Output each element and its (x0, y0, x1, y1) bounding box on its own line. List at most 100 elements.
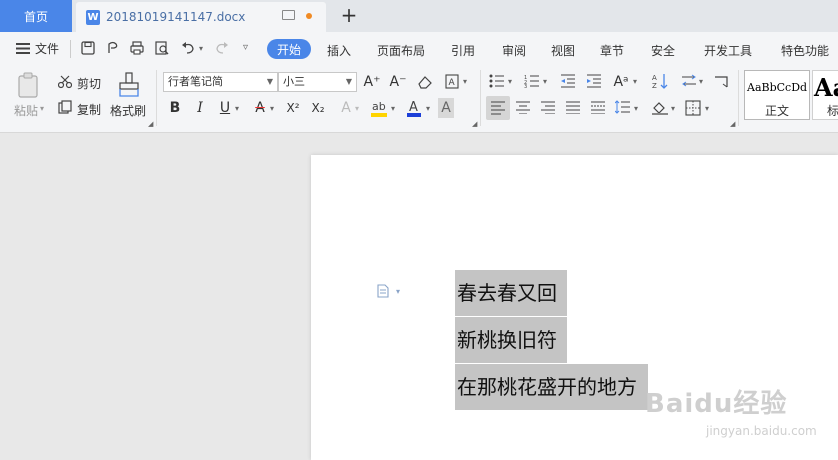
font-family-select[interactable]: 行者笔记简 ▼ (163, 72, 278, 92)
grow-font-button[interactable]: A⁺ (362, 72, 382, 92)
numbered-list-dropdown-icon[interactable]: ▾ (543, 77, 547, 86)
distributed-align-icon[interactable] (590, 100, 606, 114)
tab-document[interactable]: W 20181019141147.docx (76, 2, 326, 32)
subscript-button[interactable]: X₂ (308, 98, 328, 118)
print-icon[interactable] (130, 41, 144, 55)
copy-button[interactable]: 复制 (77, 101, 101, 118)
text-outline-icon[interactable]: A (336, 98, 356, 118)
undo-dropdown-icon[interactable]: ▾ (199, 44, 203, 53)
tab-special-features[interactable]: 特色功能 (781, 42, 829, 59)
decrease-indent-icon[interactable] (560, 74, 576, 88)
tab-chapter[interactable]: 章节 (600, 42, 624, 59)
strikethrough-dropdown-icon[interactable]: ▾ (270, 104, 274, 113)
change-case-dropdown-icon[interactable]: ▾ (633, 77, 637, 86)
bullet-list-icon[interactable] (489, 74, 505, 88)
cut-button[interactable]: 剪切 (77, 75, 101, 92)
line-spacing-dropdown-icon[interactable]: ▾ (634, 104, 638, 113)
tab-review[interactable]: 审阅 (502, 42, 526, 59)
tab-developer[interactable]: 开发工具 (704, 42, 752, 59)
paste-icon[interactable] (17, 72, 41, 98)
svg-text:A: A (652, 74, 657, 82)
change-case-icon[interactable]: Aᵃ (611, 72, 631, 92)
tab-security[interactable]: 安全 (651, 42, 675, 59)
file-menu[interactable]: 文件 (35, 40, 59, 57)
chevron-down-icon: ▼ (266, 77, 273, 86)
style-normal[interactable]: AaBbCcDd 正文 (744, 70, 810, 120)
document-line[interactable]: 在那桃花盛开的地方 (455, 364, 648, 410)
divider (480, 70, 481, 126)
character-shading-button[interactable]: A (438, 98, 454, 118)
paragraph-layout-dropdown-icon[interactable]: ▾ (396, 287, 400, 296)
increase-indent-icon[interactable] (586, 74, 602, 88)
tab-references[interactable]: 引用 (451, 42, 475, 59)
underline-dropdown-icon[interactable]: ▾ (235, 104, 239, 113)
font-group-launcher[interactable]: ◢ (472, 120, 477, 128)
style-heading[interactable]: Aa 标 (812, 70, 838, 120)
style-name: 正文 (765, 104, 790, 118)
paragraph-layout-icon[interactable] (377, 284, 389, 298)
clipboard-group-launcher[interactable]: ◢ (148, 120, 153, 128)
document-line[interactable]: 春去春又回 (455, 270, 567, 316)
svg-text:A: A (409, 100, 418, 115)
align-center-icon[interactable] (515, 100, 531, 114)
paragraph-shading-icon[interactable] (651, 100, 669, 116)
paste-button[interactable]: 粘贴 (14, 102, 38, 119)
borders-dropdown-icon[interactable]: ▾ (705, 104, 709, 113)
numbered-list-icon[interactable]: 123 (524, 74, 540, 88)
hamburger-icon[interactable] (16, 43, 30, 54)
monitor-icon[interactable] (282, 10, 295, 20)
undo-icon[interactable] (181, 41, 195, 55)
style-name: 标 (827, 104, 838, 118)
bullet-list-dropdown-icon[interactable]: ▾ (508, 77, 512, 86)
document-line[interactable]: 新桃换旧符 (455, 317, 567, 363)
shrink-font-button[interactable]: A⁻ (388, 72, 408, 92)
print-preview-icon[interactable] (155, 41, 169, 55)
bold-button[interactable]: B (165, 98, 185, 118)
highlight-icon[interactable]: ab (370, 98, 388, 118)
line-spacing-icon[interactable] (615, 100, 631, 114)
paragraph-shading-dropdown-icon[interactable]: ▾ (671, 104, 675, 113)
font-family-value: 行者笔记简 (168, 75, 223, 88)
document-filename: 20181019141147.docx (106, 10, 246, 24)
font-size-select[interactable]: 小三 ▼ (278, 72, 357, 92)
eraser-icon[interactable] (417, 75, 433, 89)
tab-start[interactable]: 开始 (267, 39, 311, 59)
text-direction-icon[interactable] (681, 74, 697, 88)
text-effects-dropdown-icon[interactable]: ▾ (463, 77, 467, 86)
paste-dropdown-icon[interactable]: ▾ (40, 104, 44, 113)
output-pdf-icon[interactable] (106, 41, 120, 55)
align-right-icon[interactable] (540, 100, 556, 114)
justify-icon[interactable] (565, 100, 581, 114)
borders-icon[interactable] (685, 100, 701, 116)
text-outline-dropdown-icon[interactable]: ▾ (355, 104, 359, 113)
tab-home[interactable]: 首页 (0, 0, 72, 32)
align-left-icon (491, 101, 505, 115)
tab-insert[interactable]: 插入 (327, 42, 351, 59)
tab-view[interactable]: 视图 (551, 42, 575, 59)
show-hide-marks-icon[interactable] (713, 74, 729, 88)
new-tab-button[interactable]: + (338, 4, 360, 26)
italic-button[interactable]: I (190, 98, 210, 118)
svg-text:ab: ab (372, 100, 386, 113)
align-left-button[interactable] (486, 96, 510, 120)
tab-page-layout[interactable]: 页面布局 (377, 42, 425, 59)
customize-toolbar-icon[interactable]: ▿ (243, 42, 248, 53)
underline-button[interactable]: U (215, 98, 235, 118)
divider (156, 70, 157, 126)
redo-icon[interactable] (215, 41, 229, 55)
sort-icon[interactable]: AZ (652, 73, 668, 89)
chevron-down-icon: ▼ (345, 77, 352, 86)
save-icon[interactable] (81, 41, 95, 55)
text-direction-dropdown-icon[interactable]: ▾ (699, 77, 703, 86)
text-effects-icon[interactable]: A (445, 74, 461, 90)
paragraph-group-launcher[interactable]: ◢ (730, 120, 735, 128)
strikethrough-button[interactable]: A (250, 98, 270, 118)
superscript-button[interactable]: X² (283, 98, 303, 118)
format-painter-button[interactable]: 格式刷 (110, 102, 146, 119)
font-color-dropdown-icon[interactable]: ▾ (426, 104, 430, 113)
format-painter-icon[interactable] (118, 72, 140, 98)
font-color-icon[interactable]: A (405, 98, 423, 118)
style-preview: AaBbCcDd (747, 81, 808, 94)
highlight-dropdown-icon[interactable]: ▾ (391, 104, 395, 113)
baidu-watermark-logo: Baidu经验 (645, 389, 788, 419)
